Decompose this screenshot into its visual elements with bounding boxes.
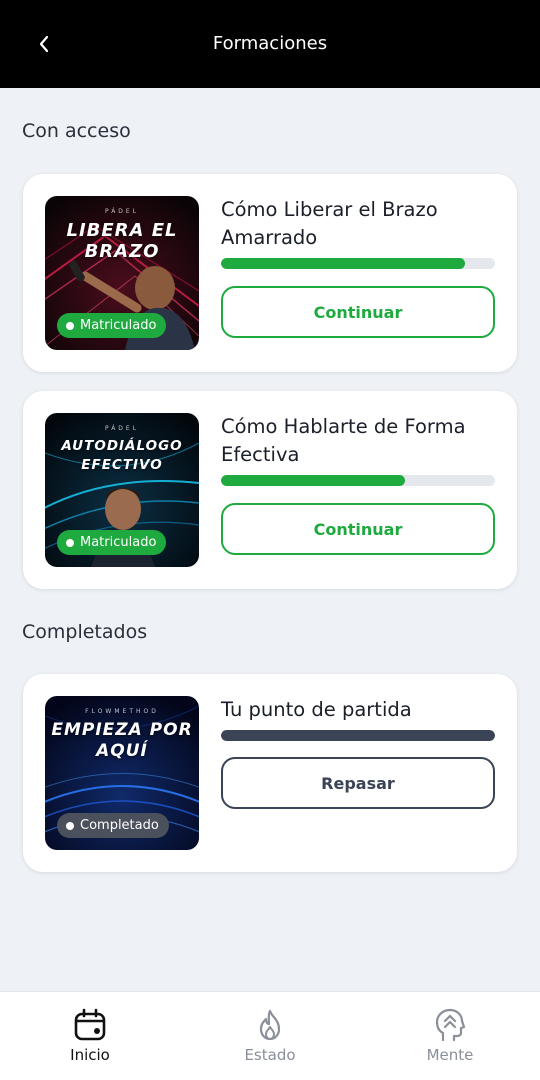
course-title: Cómo Liberar el Brazo Amarrado [221,198,438,249]
status-badge: Completado [57,813,169,838]
course-card[interactable]: PÁDEL LIBERA EL BRAZO Matriculado Cómo L… [23,174,517,372]
dot-icon [66,821,74,830]
continue-button[interactable]: Continuar [221,503,495,555]
bottom-nav: Inicio Estado Mente [0,991,540,1080]
review-button[interactable]: Repasar [221,757,495,809]
continue-button[interactable]: Continuar [221,286,495,338]
app-header: Formaciones [0,0,540,88]
progress-fill [221,475,405,486]
thumbnail-kicker: FLOWMETHOD [85,708,159,715]
course-thumbnail: FLOWMETHOD EMPIEZA POR AQUÍ Completado [45,696,199,850]
progress-bar [221,730,495,741]
status-badge-label: Completado [80,818,159,833]
thumbnail-kicker: PÁDEL [104,425,140,432]
status-badge-label: Matriculado [80,535,157,550]
progress-fill [221,730,495,741]
course-card[interactable]: PÁDEL AUTODIÁLOGO EFECTIVO Matriculado C… [23,391,517,589]
flame-icon [259,1009,281,1041]
course-thumbnail: PÁDEL LIBERA EL BRAZO Matriculado [45,196,199,350]
progress-bar [221,258,495,269]
nav-label: Inicio [70,1046,110,1064]
status-badge-label: Matriculado [80,318,157,333]
nav-item-inicio[interactable]: Inicio [0,992,180,1080]
course-title: Tu punto de partida [221,698,412,721]
dot-icon [66,538,74,547]
thumbnail-title: EMPIEZA POR AQUÍ [51,720,193,761]
course-thumbnail: PÁDEL AUTODIÁLOGO EFECTIVO Matriculado [45,413,199,567]
head-icon [435,1008,466,1042]
page-title: Formaciones [212,33,328,54]
status-badge: Matriculado [57,313,167,338]
progress-fill [221,258,465,269]
nav-item-estado[interactable]: Estado [180,992,360,1080]
section-title-completed: Completados [22,621,148,643]
progress-bar [221,475,495,486]
thumbnail-kicker: PÁDEL [104,208,140,215]
thumbnail-title: AUTODIÁLOGO EFECTIVO [61,438,183,473]
nav-label: Estado [244,1046,296,1064]
course-title: Cómo Hablarte de Forma Efectiva [221,415,466,466]
dot-icon [66,321,74,330]
nav-label: Mente [426,1046,474,1064]
nav-item-mente[interactable]: Mente [360,992,540,1080]
thumbnail-title: LIBERA EL BRAZO [66,220,178,262]
course-card[interactable]: FLOWMETHOD EMPIEZA POR AQUÍ Completado T… [23,674,517,872]
status-badge: Matriculado [57,530,167,555]
section-title-with-access: Con acceso [22,120,131,142]
calendar-icon [74,1008,106,1041]
